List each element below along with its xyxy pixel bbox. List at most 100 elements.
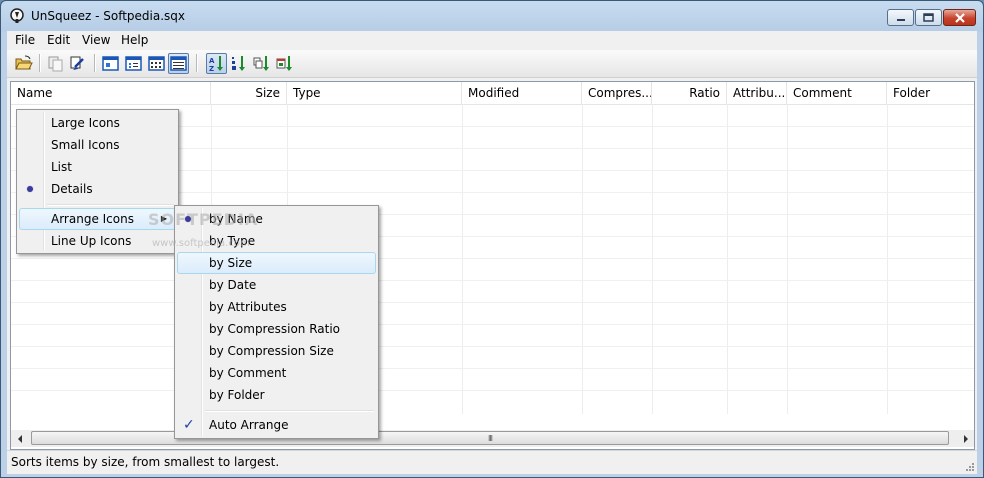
grid-row-line — [11, 390, 974, 391]
toolbar: A Z — [7, 50, 977, 78]
toolbar-separator — [196, 54, 198, 72]
menu-item-details[interactable]: Details — [19, 178, 176, 200]
column-header-size[interactable]: Size — [211, 82, 287, 104]
small-icons-view-icon — [125, 56, 142, 71]
checkmark-icon: ✓ — [183, 417, 195, 433]
menu-item-by-comment[interactable]: by Comment — [177, 362, 376, 384]
close-icon — [954, 12, 965, 23]
open-button[interactable] — [13, 53, 34, 74]
context-menu: Large Icons Small Icons List Details Arr… — [16, 109, 179, 254]
menu-item-label: by Compression Ratio — [209, 322, 341, 336]
column-header-folder[interactable]: Folder — [887, 82, 974, 104]
menu-view[interactable]: View — [82, 33, 110, 47]
minimize-button[interactable] — [887, 9, 914, 26]
column-header-compressed[interactable]: Compres... — [582, 82, 652, 104]
column-header-comment[interactable]: Comment — [787, 82, 887, 104]
menu-item-by-compression-ratio[interactable]: by Compression Ratio — [177, 318, 376, 340]
grid-row-line — [11, 346, 974, 347]
menu-item-large-icons[interactable]: Large Icons — [19, 112, 176, 134]
menu-item-label: by Size — [209, 256, 253, 270]
sort-by-name-icon: A Z — [209, 56, 223, 73]
scroll-right-button[interactable] — [957, 430, 974, 447]
menu-item-label: by Folder — [209, 388, 265, 402]
scroll-right-icon — [963, 434, 968, 443]
menu-edit[interactable]: Edit — [47, 33, 70, 47]
grid-row-line — [11, 258, 974, 259]
sort-by-type-button[interactable] — [229, 53, 250, 74]
menu-separator — [205, 410, 374, 412]
menu-item-by-compression-size[interactable]: by Compression Size — [177, 340, 376, 362]
grid-row-line — [11, 368, 974, 369]
scroll-left-icon — [17, 434, 22, 443]
menu-item-label: by Compression Size — [209, 344, 334, 358]
toolbar-separator — [39, 54, 41, 72]
menu-item-label: Details — [51, 182, 93, 196]
menu-item-label: Small Icons — [51, 138, 120, 152]
menu-item-list[interactable]: List — [19, 156, 176, 178]
extract-to-button[interactable] — [67, 53, 88, 74]
toolbar-separator — [94, 54, 96, 72]
radio-bullet-icon — [27, 186, 33, 192]
small-icons-view-button[interactable] — [123, 53, 144, 74]
sort-by-size-button[interactable] — [251, 53, 272, 74]
close-button[interactable] — [943, 9, 976, 26]
scroll-left-button[interactable] — [11, 430, 28, 447]
svg-text:Z: Z — [209, 65, 214, 73]
status-text: Sorts items by size, from smallest to la… — [11, 455, 280, 469]
column-header-name[interactable]: Name — [11, 82, 211, 104]
column-header-type[interactable]: Type — [287, 82, 462, 104]
maximize-icon — [923, 13, 934, 22]
sort-by-date-icon — [276, 56, 292, 71]
grid-row-line — [11, 302, 974, 303]
sort-by-date-button[interactable] — [274, 53, 295, 74]
menu-item-label: Line Up Icons — [51, 234, 132, 248]
column-header-modified[interactable]: Modified — [462, 82, 582, 104]
menu-separator — [47, 204, 174, 206]
list-view-button[interactable] — [146, 53, 167, 74]
grid-row-line — [11, 324, 974, 325]
sort-by-name-button[interactable]: A Z — [206, 53, 227, 74]
maximize-button[interactable] — [915, 9, 942, 26]
scrollbar-thumb[interactable]: III — [31, 431, 949, 445]
menu-item-label: Auto Arrange — [209, 418, 289, 432]
menu-item-label: by Attributes — [209, 300, 287, 314]
horizontal-scrollbar[interactable]: III — [11, 430, 974, 447]
column-header-ratio[interactable]: Ratio — [652, 82, 727, 104]
list-view-icon — [148, 56, 165, 71]
watermark-logo: SOFTPEDIA — [148, 210, 259, 229]
large-icons-view-button[interactable] — [100, 53, 121, 74]
size-grip-icon[interactable] — [965, 462, 975, 472]
menu-item-by-size[interactable]: by Size — [177, 252, 376, 274]
menu-item-label: Arrange Icons — [51, 212, 134, 226]
menu-bar: File Edit View Help — [7, 31, 977, 50]
app-icon — [10, 8, 24, 23]
extract-button[interactable] — [45, 53, 66, 74]
svg-text:A: A — [209, 57, 215, 65]
window-title: UnSqueez - Softpedia.sqx — [31, 9, 186, 23]
menu-file[interactable]: File — [15, 33, 35, 47]
menu-item-label: List — [51, 160, 72, 174]
watermark-url: www.softpedia.com — [152, 238, 250, 249]
extract-files-icon — [48, 56, 63, 72]
menu-item-label: by Comment — [209, 366, 287, 380]
sort-by-size-icon — [253, 56, 269, 71]
grid-row-line — [11, 280, 974, 281]
extract-to-icon — [70, 56, 84, 70]
details-view-button[interactable] — [168, 53, 189, 74]
menu-item-auto-arrange[interactable]: ✓ Auto Arrange — [177, 414, 376, 436]
menu-item-by-date[interactable]: by Date — [177, 274, 376, 296]
menu-item-by-attributes[interactable]: by Attributes — [177, 296, 376, 318]
menu-item-label: by Date — [209, 278, 257, 292]
minimize-icon — [896, 18, 905, 21]
menu-help[interactable]: Help — [121, 33, 148, 47]
details-view-icon — [170, 56, 187, 71]
sort-by-type-icon — [232, 56, 245, 71]
status-bar: Sorts items by size, from smallest to la… — [7, 450, 977, 474]
menu-item-label: Large Icons — [51, 116, 120, 130]
large-icons-view-icon — [102, 56, 119, 71]
menu-item-small-icons[interactable]: Small Icons — [19, 134, 176, 156]
menu-item-by-folder[interactable]: by Folder — [177, 384, 376, 406]
column-header-attributes[interactable]: Attribu... — [727, 82, 787, 104]
title-bar[interactable]: UnSqueez - Softpedia.sqx — [1, 1, 983, 31]
open-folder-icon — [15, 55, 33, 70]
